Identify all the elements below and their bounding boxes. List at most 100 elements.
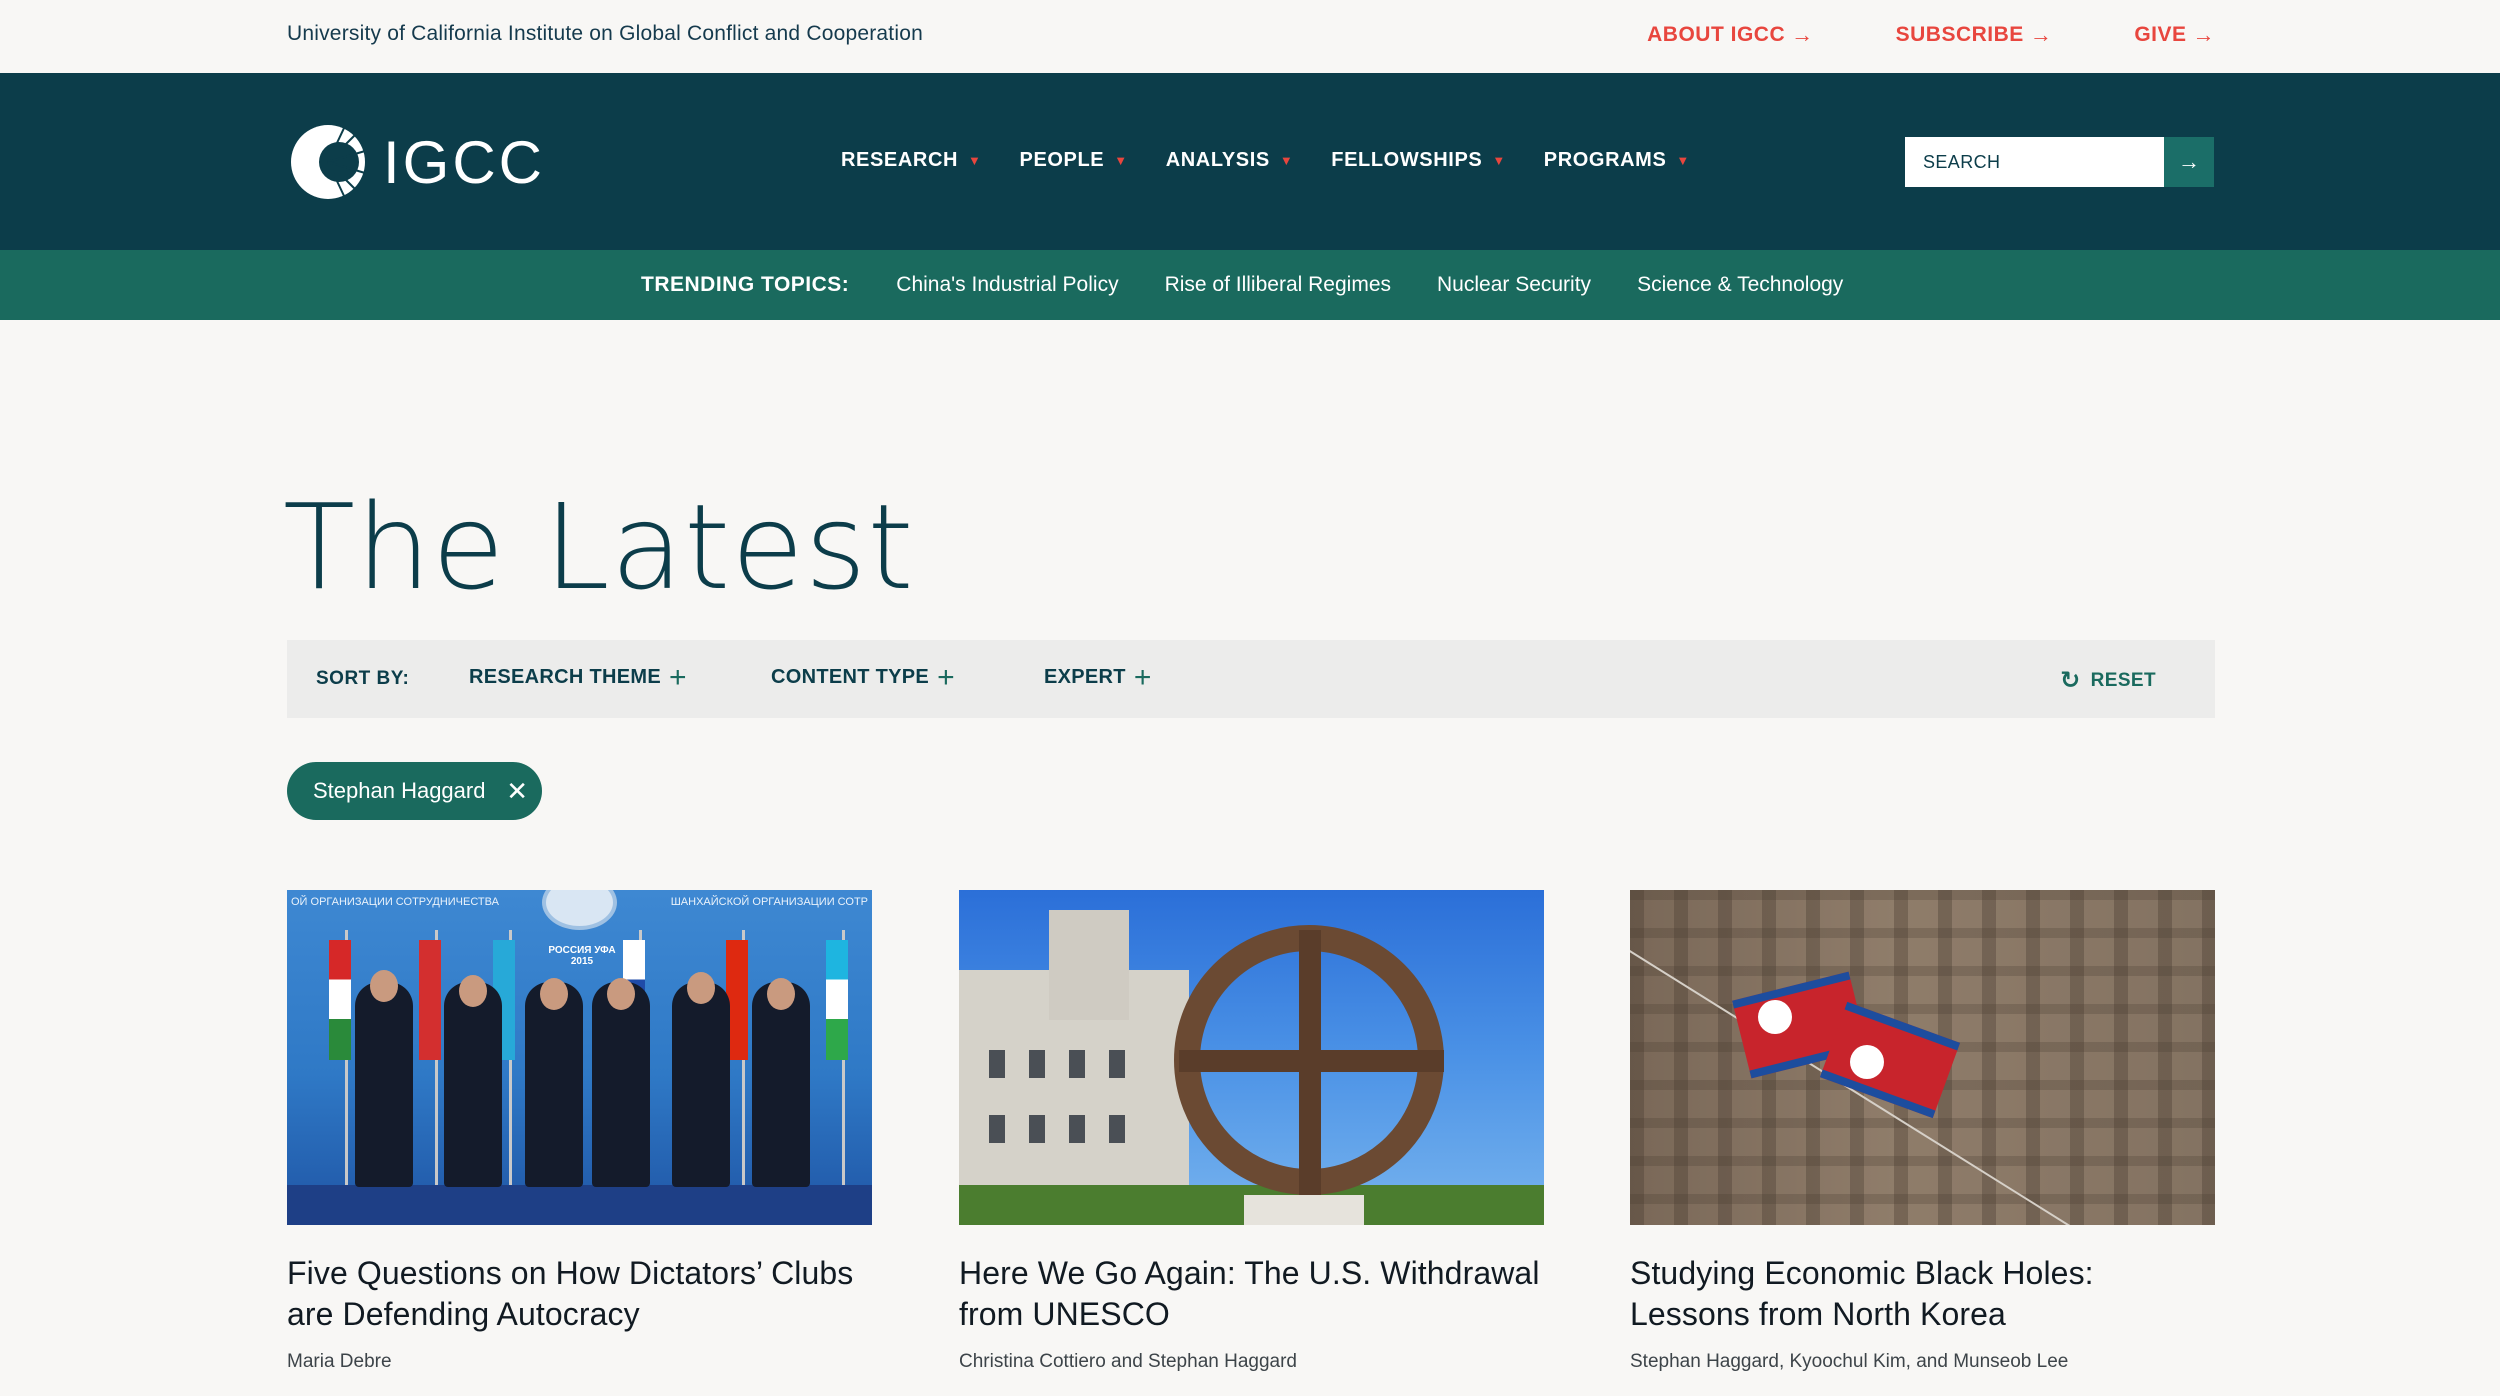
- plus-icon: +: [669, 660, 687, 694]
- window: [989, 1115, 1005, 1143]
- person-figure: [752, 982, 810, 1187]
- article-card[interactable]: Studying Economic Black Holes: Lessons f…: [1630, 890, 2215, 1373]
- window: [1069, 1050, 1085, 1078]
- arrow-right-icon: →: [1791, 22, 1814, 47]
- subscribe-link[interactable]: SUBSCRIBE →: [1896, 22, 2053, 48]
- summit-sign: РОССИЯ УФА 2015: [548, 945, 616, 967]
- page-title: The Latest: [283, 478, 915, 616]
- caret-down-icon: ▼: [1114, 153, 1128, 168]
- search-form: →: [1905, 137, 2214, 187]
- caret-down-icon: ▼: [1676, 153, 1690, 168]
- org-name[interactable]: University of California Institute on Gl…: [287, 22, 923, 46]
- about-igcc-link[interactable]: ABOUT IGCC →: [1647, 22, 1814, 48]
- article-thumbnail[interactable]: [1630, 890, 2215, 1225]
- utility-bar: University of California Institute on Gl…: [0, 0, 2500, 73]
- person-head: [459, 975, 487, 1007]
- arrow-right-icon: →: [2178, 149, 2200, 174]
- nav-label: FELLOWSHIPS: [1331, 149, 1483, 171]
- person-figure: [672, 982, 730, 1187]
- search-input[interactable]: [1905, 137, 2164, 187]
- caret-down-icon: ▼: [1492, 153, 1506, 168]
- person-head: [540, 978, 568, 1010]
- trending-topic-link[interactable]: China's Industrial Policy: [896, 273, 1118, 297]
- article-author: Maria Debre: [287, 1351, 392, 1372]
- give-link[interactable]: GIVE →: [2134, 22, 2215, 48]
- sort-bar: SORT BY: RESEARCH THEME + CONTENT TYPE +…: [287, 640, 2215, 718]
- trending-topic-link[interactable]: Nuclear Security: [1437, 273, 1591, 297]
- person-head: [607, 978, 635, 1010]
- sco-seal: [542, 890, 617, 930]
- flag: [419, 940, 441, 1060]
- person-figure: [525, 982, 583, 1187]
- arrow-right-icon: →: [2029, 22, 2053, 47]
- close-icon[interactable]: ✕: [506, 776, 528, 807]
- plus-icon: +: [937, 660, 955, 694]
- search-submit-button[interactable]: →: [2164, 137, 2214, 187]
- nav-menu: RESEARCH ▼ PEOPLE ▼ ANALYSIS ▼ FELLOWSHI…: [841, 149, 1728, 172]
- utility-links: ABOUT IGCC → SUBSCRIBE → GIVE →: [1647, 22, 2215, 48]
- about-igcc-label: ABOUT IGCC: [1647, 23, 1786, 46]
- nav-item-programs[interactable]: PROGRAMS ▼: [1544, 149, 1690, 172]
- site-logo[interactable]: IGCC: [287, 121, 545, 203]
- arrow-right-icon: →: [2192, 22, 2215, 47]
- article-author: Christina Cottiero and Stephan Haggard: [959, 1351, 1297, 1372]
- reset-button[interactable]: ↻ RESET: [2060, 666, 2156, 695]
- trending-topic-link[interactable]: Science & Technology: [1637, 273, 1843, 297]
- active-filter-tag: Stephan Haggard ✕: [287, 762, 542, 820]
- sort-label: SORT BY:: [316, 668, 410, 689]
- nav-label: PROGRAMS: [1543, 149, 1667, 171]
- article-title[interactable]: Studying Economic Black Holes: Lessons f…: [1630, 1253, 2215, 1335]
- filter-label: EXPERT: [1044, 666, 1126, 688]
- filter-label: RESEARCH THEME: [469, 666, 661, 688]
- give-label: GIVE: [2134, 23, 2187, 46]
- person-figure: [592, 982, 650, 1187]
- nav-label: RESEARCH: [841, 149, 959, 171]
- person-head: [687, 972, 715, 1004]
- window: [1029, 1050, 1045, 1078]
- article-thumbnail[interactable]: [959, 890, 1544, 1225]
- logo-wordmark: IGCC: [383, 128, 545, 196]
- caret-down-icon: ▼: [1279, 153, 1294, 168]
- trending-topics-bar: TRENDING TOPICS: China's Industrial Poli…: [0, 250, 2500, 320]
- flag-emblem: [1850, 1045, 1884, 1079]
- window: [989, 1050, 1005, 1078]
- filter-content-type[interactable]: CONTENT TYPE +: [771, 660, 955, 694]
- article-title[interactable]: Here We Go Again: The U.S. Withdrawal fr…: [959, 1253, 1544, 1335]
- person-head: [370, 970, 398, 1002]
- nav-item-people[interactable]: PEOPLE ▼: [1020, 149, 1128, 172]
- banner-text: ШАНХАЙСКОЙ ОРГАНИЗАЦИИ СОТР: [670, 896, 868, 908]
- nav-label: ANALYSIS: [1165, 149, 1270, 171]
- nav-item-fellowships[interactable]: FELLOWSHIPS ▼: [1331, 149, 1506, 172]
- window: [1109, 1050, 1125, 1078]
- window: [1109, 1115, 1125, 1143]
- sculpture-base: [1244, 1195, 1364, 1225]
- nav-item-research[interactable]: RESEARCH ▼: [841, 149, 982, 172]
- filter-research-theme[interactable]: RESEARCH THEME +: [469, 660, 687, 694]
- reset-label: RESET: [2090, 669, 2156, 691]
- flag-emblem: [1758, 1000, 1792, 1034]
- nav-item-analysis[interactable]: ANALYSIS ▼: [1166, 149, 1294, 172]
- article-title[interactable]: Five Questions on How Dictators’ Clubs a…: [287, 1253, 872, 1335]
- caret-down-icon: ▼: [968, 153, 982, 168]
- trending-topic-link[interactable]: Rise of Illiberal Regimes: [1165, 273, 1391, 297]
- refresh-icon: ↻: [2060, 667, 2081, 694]
- nav-label: PEOPLE: [1019, 149, 1105, 171]
- window: [1029, 1115, 1045, 1143]
- banner-text: ОЙ ОРГАНИЗАЦИИ СОТРУДНИЧЕСТВА: [291, 896, 499, 908]
- article-card[interactable]: Here We Go Again: The U.S. Withdrawal fr…: [959, 890, 1544, 1373]
- subscribe-label: SUBSCRIBE: [1895, 23, 2024, 46]
- tag-label: Stephan Haggard: [313, 778, 486, 803]
- article-card[interactable]: ОЙ ОРГАНИЗАЦИИ СОТРУДНИЧЕСТВА ШАНХАЙСКОЙ…: [287, 890, 872, 1373]
- flag: [329, 940, 351, 1060]
- filter-label: CONTENT TYPE: [771, 666, 930, 688]
- plus-icon: +: [1133, 660, 1152, 694]
- window: [1069, 1115, 1085, 1143]
- article-thumbnail[interactable]: ОЙ ОРГАНИЗАЦИИ СОТРУДНИЧЕСТВА ШАНХАЙСКОЙ…: [287, 890, 872, 1225]
- person-figure: [444, 982, 502, 1187]
- article-author: Stephan Haggard, Kyoochul Kim, and Munse…: [1630, 1351, 2069, 1372]
- filter-expert[interactable]: EXPERT +: [1044, 660, 1152, 694]
- igcc-logo-icon: [291, 125, 366, 199]
- person-figure: [355, 982, 413, 1187]
- sculpture-bar: [1179, 1050, 1444, 1072]
- trending-label: TRENDING TOPICS:: [641, 273, 850, 296]
